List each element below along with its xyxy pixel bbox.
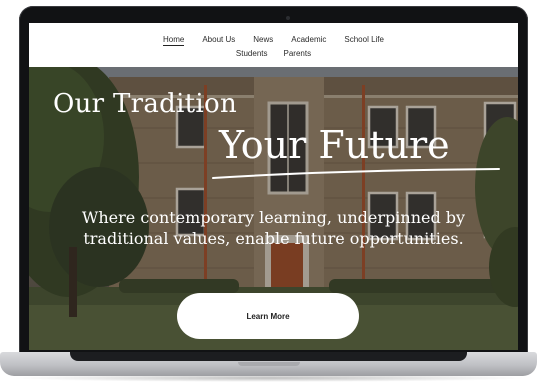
nav-item-students[interactable]: Students xyxy=(236,49,268,58)
nav-row-secondary: Students Parents xyxy=(29,49,518,58)
laptop-mockup: Home About Us News Academic School Life … xyxy=(0,0,537,392)
learn-more-button[interactable]: Learn More xyxy=(177,293,359,339)
keyboard-edge xyxy=(70,352,467,361)
trackpad-notch xyxy=(238,362,300,366)
swoosh-underline-icon xyxy=(212,168,500,179)
nav-item-school-life[interactable]: School Life xyxy=(344,35,384,46)
hero-title-line1: Our Tradition xyxy=(53,89,238,119)
nav-item-parents[interactable]: Parents xyxy=(284,49,312,58)
laptop-screen: Home About Us News Academic School Life … xyxy=(29,23,518,350)
nav-item-news[interactable]: News xyxy=(253,35,273,46)
hero-section: Our Tradition Your Future Where contempo… xyxy=(29,67,518,350)
nav-item-academic[interactable]: Academic xyxy=(291,35,326,46)
nav-item-home[interactable]: Home xyxy=(163,35,185,46)
hero-tagline: Where contemporary learning, underpinned… xyxy=(29,207,518,249)
hero-tagline-line1: Where contemporary learning, underpinned… xyxy=(81,208,466,227)
hero-title-line2: Your Future xyxy=(219,123,450,167)
nav-item-about-us[interactable]: About Us xyxy=(202,35,235,46)
hero-tagline-line2: traditional values, enable future opport… xyxy=(83,229,464,248)
webcam-icon xyxy=(286,16,290,20)
nav-row-primary: Home About Us News Academic School Life xyxy=(29,35,518,46)
site-navbar: Home About Us News Academic School Life … xyxy=(29,23,518,67)
